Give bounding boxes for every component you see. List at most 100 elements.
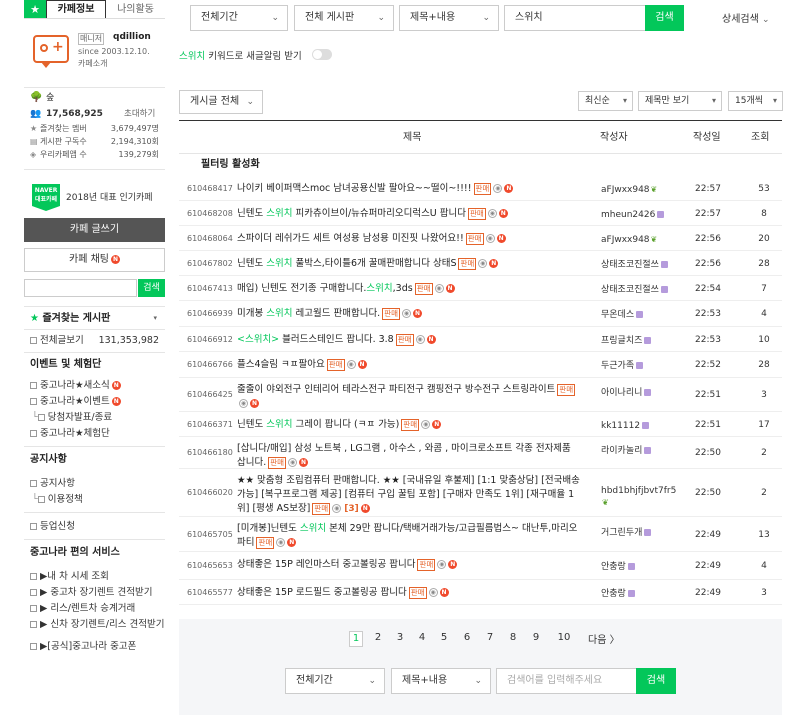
post-author[interactable]: kk11112 [601,420,679,432]
tab-cafe-info[interactable]: 카페정보 [46,0,106,18]
member-level-icon [660,261,668,268]
post-author[interactable]: 두근가족 [601,360,679,372]
table-row[interactable]: 610466912 <스위치> 블러드스테인드 팝니다. 3.8 판매 ◉ N 프링글치즈… [179,327,782,352]
page-5[interactable]: 5 [437,631,451,645]
keyword-alarm-toggle[interactable] [312,49,332,60]
post-title-link[interactable]: 매입) 닌텐도 전기종 구매합니다.스위치,3ds 판매 ◉ N [237,282,582,296]
search-input[interactable]: 스위치 [504,5,646,31]
menu-event-winners[interactable]: └ 당첨자발표/종료 [24,410,165,426]
menu-event[interactable]: 중고나라★이벤트 N [24,394,165,410]
post-title-link[interactable]: [삽니다/매입] 삼성 노트북 , LG그램 , 아수스 , 와콤 , 마이크로… [237,442,582,470]
menu-experience[interactable]: 중고나라★체험단 [24,426,165,442]
post-title-link[interactable]: 닌텐도 스위치 피카츄이브이/뉴슈퍼마리오디럭스U 팝니다 판매 ◉ N [237,207,582,221]
board-icon [30,398,37,405]
menu-upgrade[interactable]: 등업신청 [24,519,165,535]
post-author[interactable]: 거그린두개 [601,527,679,539]
post-title-link[interactable]: 닌텐도 스위치 풀박스,타이틀6개 꿀매판매합니다 상태S 판매 ◉ N [237,257,582,271]
page-1[interactable]: 1 [349,631,363,647]
next-page-link[interactable]: 다음 〉 [588,631,620,646]
bottom-scope-select[interactable]: 제목+내용 ⌄ [391,668,491,694]
page-3[interactable]: 3 [393,631,407,645]
post-author[interactable]: 안충랑 [601,561,679,573]
post-author[interactable]: 무온데스 [601,309,679,321]
post-type-select[interactable]: 게시글 전체 ⌄ [179,90,263,114]
post-title-link[interactable]: 닌텐도 스위치 그레이 팝니다 (ㅋㅍ 가능) 판매 ◉ N [237,418,582,432]
post-title-link[interactable]: 줄줄이 야외전구 인테리어 테라스전구 파티전구 캠핑전구 방수전구 스트링라이… [237,383,582,411]
table-row[interactable]: 610465705 [미개봉]닌텐도 스위치 본체 29만 팝니다/택배거래가능/… [179,517,782,552]
page-10[interactable]: 10 [555,631,573,645]
bottom-period-select[interactable]: 전체기간 ⌄ [285,668,385,694]
detail-search-toggle[interactable]: 상세검색 ⌄ [722,10,770,25]
table-row[interactable]: 610466020 ★★ 맞춤형 조립컴퓨터 판매합니다. ★★ [국내유일 후불… [179,469,782,517]
post-title-link[interactable]: 상태좋은 15P 레인마스터 중고볼링공 팝니다 판매 ◉ N [237,558,582,572]
table-row[interactable]: 610465577 상태좋은 15P 로드필드 중고볼링공 팝니다 판매 ◉ N 안충랑 2… [179,580,782,605]
page-4[interactable]: 4 [415,631,429,645]
cafe-chat-button[interactable]: 카페 채팅 N [24,248,165,272]
menu-official-phone[interactable]: ▶[공식]중고나라 중고폰 [24,639,165,655]
table-row[interactable]: 610468064 스파이더 레쉬가드 세트 여성용 남성용 미진핏 나왔어요!!… [179,226,782,251]
period-select[interactable]: 전체기간 ⌄ [190,5,288,31]
cafe-intro-link[interactable]: 카페소개 [78,58,107,69]
post-title-link[interactable]: 스파이더 레쉬가드 세트 여성용 남성용 미진핏 나왔어요!! 판매 ◉ N [237,232,582,246]
bottom-search-input[interactable]: 검색어를 입력해주세요 [496,668,637,694]
table-row[interactable]: 610467413 매입) 닌텐도 전기종 구매합니다.스위치,3ds 판매 ◉ N 상태… [179,276,782,301]
menu-new-car-rent[interactable]: ▶ 신차 장기렌트/리스 견적받기 [24,617,165,633]
page-2[interactable]: 2 [371,631,385,645]
post-title-link[interactable]: <스위치> 블러드스테인드 팝니다. 3.8 판매 ◉ N [237,333,582,347]
table-row[interactable]: 610466939 미개봉 스위치 레고월드 판매합니다. 판매 ◉ N 무온데스 22:5… [179,301,782,327]
image-attached-icon: ◉ [434,284,444,293]
table-row[interactable]: 610466371 닌텐도 스위치 그레이 팝니다 (ㅋㅍ 가능) 판매 ◉ N kk11… [179,412,782,437]
post-title-link[interactable]: 미개봉 스위치 레고월드 판매합니다. 판매 ◉ N [237,307,582,321]
manager-name[interactable]: qdillion [113,32,151,42]
post-title-link[interactable]: ★★ 맞춤형 조립컴퓨터 판매합니다. ★★ [국내유일 후불제] [1:1 맞… [237,474,582,516]
tab-my-activity[interactable]: 나의활동 [106,0,165,18]
table-row[interactable]: 610468208 닌텐도 스위치 피카츄이브이/뉴슈퍼마리오디럭스U 팝니다 판매… [179,201,782,226]
bottom-search-button[interactable]: 검색 [636,668,676,694]
all-posts-row[interactable]: 전체글보기 131,353,982 [24,330,165,352]
menu-car-price[interactable]: ▶내 차 시세 조회 [24,569,165,585]
table-row[interactable]: 610466766 플스4슬림 ㅋㅍ팔아요 판매 ◉ N 두근가족 22:52 28 [179,352,782,378]
board-select[interactable]: 전체 게시판 ⌄ [294,5,394,31]
post-title-link[interactable]: 나이키 베이퍼맥스moc 남녀공용신발 팔아요~~떨이~!!!! 판매 ◉ N [237,182,582,196]
sidebar-search-input[interactable] [24,279,137,297]
search-button[interactable]: 검색 [645,5,684,31]
menu-notice[interactable]: 공지사항 [24,476,165,492]
comment-count[interactable]: [3] [344,504,359,514]
post-author[interactable]: aFJwxx948❦ [601,184,679,196]
post-author[interactable]: 아이나리니 [601,387,679,399]
sidebar-search-button[interactable]: 검색 [138,279,165,297]
post-author[interactable]: mheun2426 [601,209,679,221]
menu-policy[interactable]: └ 이용정책 [24,492,165,508]
table-row[interactable]: 610466425 줄줄이 야외전구 인테리어 테라스전구 파티전구 캠핑전구 방… [179,378,782,412]
chevron-down-icon[interactable]: ▾ [153,307,157,329]
post-title-link[interactable]: 상태좋은 15P 로드필드 중고볼링공 팝니다 판매 ◉ N [237,586,582,600]
page-9[interactable]: 9 [529,631,543,645]
scope-select[interactable]: 제목+내용 ⌄ [399,5,499,31]
table-row[interactable]: 610466180 [삽니다/매입] 삼성 노트북 , LG그램 , 아수스 , … [179,437,782,469]
invite-link[interactable]: 초대하기 [124,106,155,122]
post-author[interactable]: 안충랑 [601,588,679,600]
table-row[interactable]: 610467802 닌텐도 스위치 풀박스,타이틀6개 꿀매판매합니다 상태S 판매… [179,251,782,276]
page-6[interactable]: 6 [460,631,474,645]
menu-used-car-rent[interactable]: ▶ 중고차 장기렌트 견적받기 [24,585,165,601]
post-author[interactable]: 상태조코진절쓰 [601,284,679,296]
post-title-link[interactable]: 플스4슬림 ㅋㅍ팔아요 판매 ◉ N [237,358,582,372]
post-title-link[interactable]: [미개봉]닌텐도 스위치 본체 29만 팝니다/택배거래가능/고급필름법스~ 대… [237,522,582,550]
table-row[interactable]: 610468417 나이키 베이퍼맥스moc 남녀공용신발 팔아요~~떨이~!!!… [179,176,782,201]
per-page-select[interactable]: 15개씩 ▾ [728,91,783,111]
post-author[interactable]: 상태조코진절쓰 [601,259,679,271]
view-mode-select[interactable]: 제목만 보기 ▾ [638,91,722,111]
menu-event-news[interactable]: 중고나라★새소식 N [24,378,165,394]
page-7[interactable]: 7 [483,631,497,645]
post-author[interactable]: aFJwxx948❦ [601,234,679,246]
menu-lease-transfer[interactable]: ▶ 리스/렌트차 승계거래 [24,601,165,617]
table-row[interactable]: 610465653 상태좋은 15P 레인마스터 중고볼링공 팝니다 판매 ◉ N 안충랑… [179,552,782,580]
fav-board-header[interactable]: ★ 즐겨찾는 게시판 ▾ [24,307,165,329]
sort-select[interactable]: 최신순 ▾ [578,91,633,111]
post-author[interactable]: 프링글치즈 [601,335,679,347]
page-8[interactable]: 8 [506,631,520,645]
post-author[interactable]: hbd1bhjfjbvt7fr5❦ [601,485,679,509]
star-icon[interactable]: ★ [24,0,46,18]
post-author[interactable]: 라이카놀리 [601,445,679,457]
write-post-button[interactable]: 카페 글쓰기 [24,218,165,242]
